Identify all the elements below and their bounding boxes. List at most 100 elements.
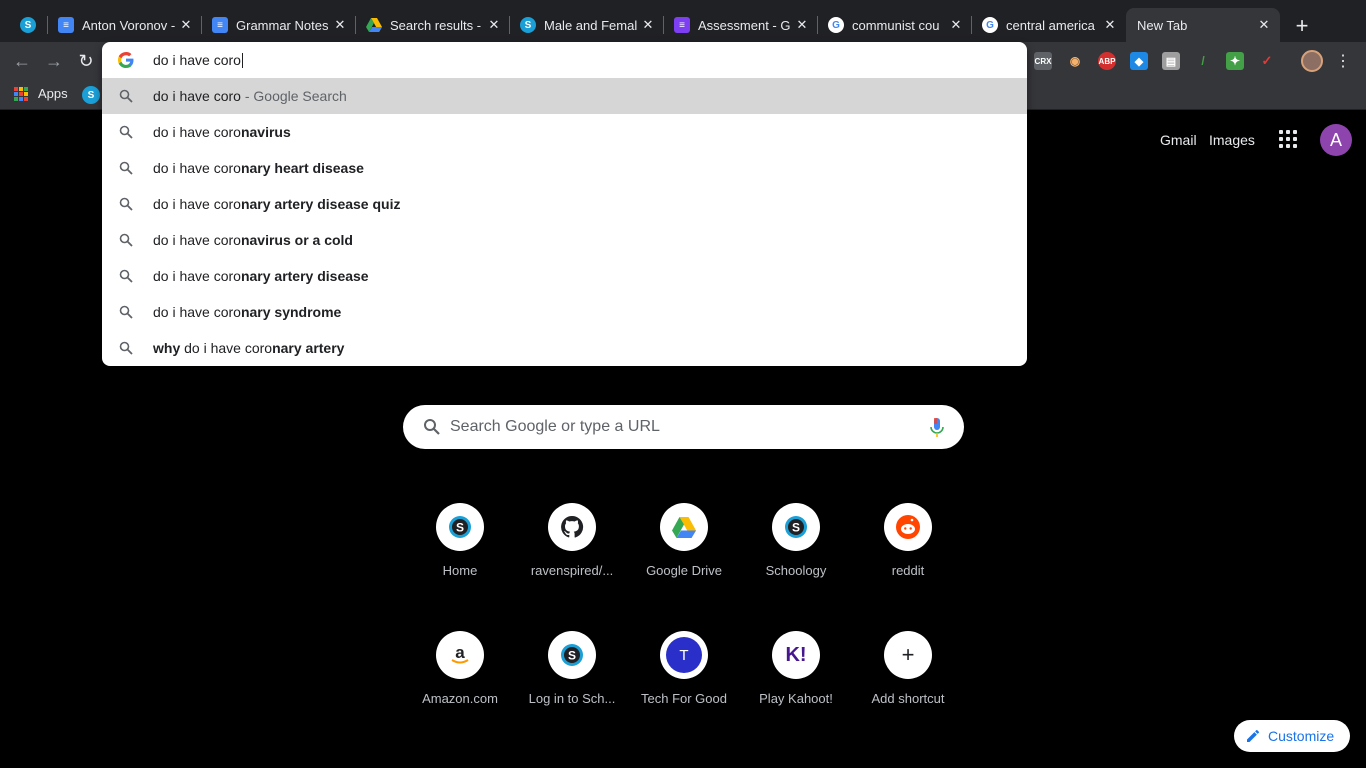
shortcut-tile[interactable]: T Tech For Good	[628, 615, 740, 727]
crx-icon[interactable]: CRX	[1034, 52, 1052, 70]
tab[interactable]: ≡ Grammar Notes ✕	[202, 8, 356, 42]
svg-text:a: a	[455, 644, 465, 662]
suggestion-prefix: do i have coro	[153, 124, 241, 140]
owl-icon[interactable]: ◉	[1066, 52, 1084, 70]
close-icon[interactable]: ✕	[1102, 17, 1118, 33]
microphone-icon[interactable]	[930, 418, 944, 438]
tab-title: Assessment - G	[698, 17, 791, 33]
close-icon[interactable]: ✕	[332, 17, 348, 33]
close-icon[interactable]: ✕	[948, 17, 964, 33]
tab[interactable]: S Male and Femal ✕	[510, 8, 664, 42]
customize-button[interactable]: Customize	[1234, 720, 1350, 752]
tab-title: Male and Femal	[544, 17, 638, 33]
suggestion-row[interactable]: do i have coronavirus or a cold	[102, 222, 1027, 258]
schoology-icon: S	[561, 644, 583, 666]
tab[interactable]: ≡ Anton Voronov - ✕	[48, 8, 202, 42]
shortcut-tile[interactable]: S Log in to Sch...	[516, 615, 628, 727]
shortcut-tile[interactable]: Google Drive	[628, 487, 740, 599]
adblock-plus-icon[interactable]: ABP	[1098, 52, 1116, 70]
suggestion-text: do i have coronavirus	[153, 124, 291, 140]
briefcase-icon[interactable]: ▤	[1162, 52, 1180, 70]
address-bar-text: do i have coro	[153, 52, 243, 68]
close-icon[interactable]: ✕	[486, 17, 502, 33]
suggestion-text: do i have coronary heart disease	[153, 160, 364, 176]
dropbox-like-icon[interactable]: ◆	[1130, 52, 1148, 70]
suggestion-row[interactable]: do i have coronary heart disease	[102, 150, 1027, 186]
tab[interactable]: Search results - ✕	[356, 8, 510, 42]
typed-query: do i have coro	[153, 52, 241, 68]
profile-avatar[interactable]	[1301, 50, 1323, 72]
shortcut-label: Log in to Sch...	[528, 691, 616, 706]
tab-schoology-pinned[interactable]: S	[8, 8, 48, 42]
search-box[interactable]: Search Google or type a URL	[403, 405, 964, 449]
account-avatar[interactable]: A	[1320, 124, 1352, 156]
google-icon: G	[982, 17, 998, 33]
shortcut-tile[interactable]: reddit	[852, 487, 964, 599]
shortcut-tile[interactable]: K! Play Kahoot!	[740, 615, 852, 727]
suggestion-text: why do i have coronary artery	[153, 340, 344, 356]
suggestion-text: do i have coronary artery disease quiz	[153, 196, 400, 212]
address-bar-input[interactable]: do i have coro	[102, 42, 1027, 78]
tab[interactable]: G communist cou ✕	[818, 8, 972, 42]
suggestion-completion: navirus	[240, 124, 291, 140]
shortcut-label: Amazon.com	[422, 691, 498, 706]
new-tab-plus-icon[interactable]: +	[1290, 13, 1314, 38]
colorful-icon[interactable]: ✦	[1226, 52, 1244, 70]
shortcut-label: Home	[442, 563, 478, 578]
plus-icon: +	[901, 642, 915, 667]
shortcut-icon-circle: a	[436, 631, 484, 679]
tab[interactable]: ≡ Assessment - G ✕	[664, 8, 818, 42]
suggestion-row[interactable]: do i have coronary artery disease	[102, 258, 1027, 294]
shortcut-tile[interactable]: ravenspired/...	[516, 487, 628, 599]
suggestion-row[interactable]: do i have coronary syndrome	[102, 294, 1027, 330]
forward-icon[interactable]: →	[43, 50, 65, 72]
suggestion-completion: nary artery	[272, 340, 345, 356]
gmail-link[interactable]: Gmail	[1160, 126, 1197, 154]
schoology-bookmark-icon[interactable]: S	[82, 86, 100, 104]
suggestion-completion: nary heart disease	[240, 160, 364, 176]
shortcut-tile[interactable]: S Schoology	[740, 487, 852, 599]
suggestion-prefix: do i have coro	[153, 304, 241, 320]
shortcut-tile[interactable]: a Amazon.com	[404, 615, 516, 727]
suggestion-row[interactable]: do i have coronavirus	[102, 114, 1027, 150]
close-icon[interactable]: ✕	[640, 17, 656, 33]
shortcut-icon-circle	[660, 503, 708, 551]
tab-title: Anton Voronov -	[82, 17, 176, 33]
search-icon	[119, 341, 133, 355]
customize-label: Customize	[1268, 728, 1335, 744]
search-icon	[119, 161, 133, 175]
pen-icon[interactable]: /	[1194, 52, 1212, 70]
tab[interactable]: G central america ✕	[972, 8, 1126, 42]
shortcut-tile[interactable]: + Add shortcut	[852, 615, 964, 727]
close-icon[interactable]: ✕	[178, 17, 194, 33]
suggestion-completion: nary syndrome	[240, 304, 342, 320]
google-apps-icon[interactable]	[1279, 130, 1297, 148]
search-icon	[119, 125, 133, 139]
close-icon[interactable]: ✕	[794, 17, 810, 33]
suggestion-row[interactable]: why do i have coronary artery	[102, 330, 1027, 366]
images-link[interactable]: Images	[1209, 126, 1255, 154]
schoology-icon: S	[20, 17, 36, 33]
tab-new-tab-active[interactable]: New Tab ✕	[1126, 8, 1280, 42]
suggestion-prefix: do i have coro	[153, 268, 241, 284]
tab-title: central america	[1006, 17, 1095, 33]
more-menu-icon[interactable]: ⋮	[1335, 51, 1351, 71]
pencil-icon	[1247, 729, 1260, 742]
suggestion-suffix: - Google Search	[240, 88, 347, 104]
kite-icon[interactable]: ✓	[1258, 52, 1276, 70]
suggestion-row[interactable]: do i have coro - Google Search	[102, 78, 1027, 114]
search-icon	[119, 269, 133, 283]
shortcut-tile[interactable]: S Home	[404, 487, 516, 599]
google-icon: G	[828, 17, 844, 33]
tab-strip: S ≡ Anton Voronov - ✕ ≡ Grammar Notes ✕ …	[0, 0, 1366, 42]
shortcut-label: ravenspired/...	[530, 563, 614, 578]
suggestion-completion: nary artery disease	[240, 268, 369, 284]
reload-icon[interactable]: ↻	[75, 50, 97, 72]
bookmark-apps[interactable]: Apps	[14, 86, 68, 101]
suggestion-row[interactable]: do i have coronary artery disease quiz	[102, 186, 1027, 222]
suggestion-query: do i have coro	[153, 88, 241, 104]
back-icon[interactable]: ←	[11, 50, 33, 72]
close-icon[interactable]: ✕	[1256, 17, 1272, 33]
schoology-icon: S	[785, 516, 807, 538]
shortcut-icon-circle: S	[772, 503, 820, 551]
